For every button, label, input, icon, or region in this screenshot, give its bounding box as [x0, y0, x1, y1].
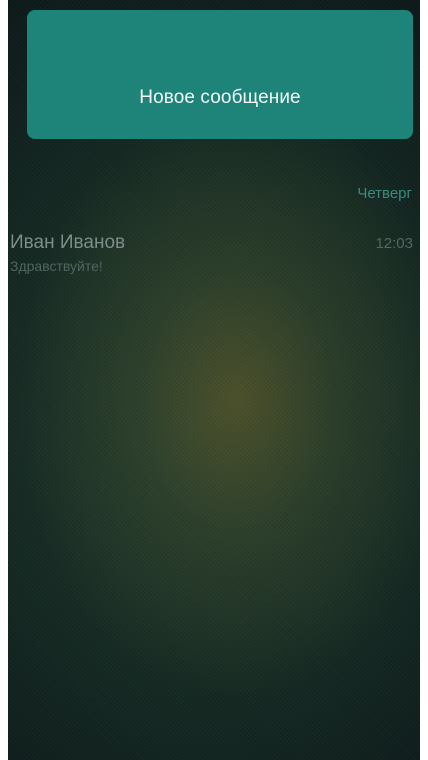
conversation-item[interactable]: Иван Иванов Здравствуйте! 12:03	[8, 226, 420, 284]
contact-name: Иван Иванов	[10, 232, 126, 253]
new-message-label: Новое сообщение	[139, 87, 301, 108]
message-preview: Здравствуйте!	[10, 258, 103, 274]
device-frame: Новое сообщение Четверг Иван Иванов Здра…	[0, 0, 428, 760]
day-header: Четверг	[357, 185, 412, 202]
app-screen: Новое сообщение Четверг Иван Иванов Здра…	[8, 0, 420, 760]
message-time: 12:03	[375, 235, 413, 252]
new-message-button[interactable]: Новое сообщение	[27, 10, 413, 139]
